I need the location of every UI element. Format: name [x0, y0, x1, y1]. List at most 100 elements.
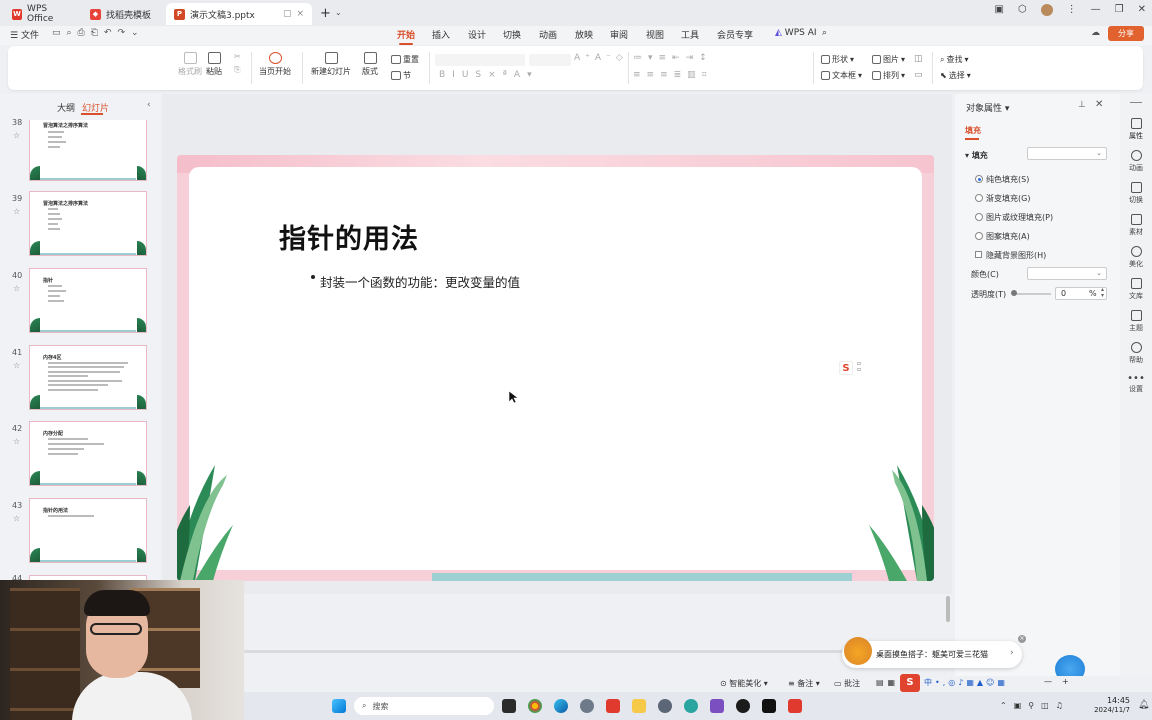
chevron-right-icon[interactable]: › — [1010, 648, 1014, 658]
menu-wps-ai[interactable]: ◭ WPS AI — [775, 28, 817, 38]
star-icon[interactable]: ☆ — [13, 131, 20, 140]
sidebar-item-animation[interactable]: 动画 — [1120, 150, 1152, 173]
quick-access-toolbar[interactable]: ▭⌕⎙⎗↶↷⌄ — [52, 28, 145, 38]
panel-header[interactable]: 对象属性 ▾ — [966, 101, 1009, 114]
layout-button[interactable]: 版式 — [362, 52, 378, 77]
close-tab-icon[interactable]: × — [296, 9, 304, 19]
picture-button[interactable]: 图片 ▾ — [872, 54, 905, 65]
radio-pattern-fill[interactable] — [975, 232, 983, 240]
cut-copy-group[interactable]: ✂ ⎘ — [234, 52, 241, 75]
pin-icon[interactable]: ⊥ — [1078, 100, 1086, 110]
capcut-icon[interactable] — [762, 699, 776, 713]
star-icon[interactable]: ☆ — [13, 437, 20, 446]
file-explorer-icon[interactable] — [632, 699, 646, 713]
tab-outline[interactable]: 大纲 — [57, 101, 75, 114]
layout-icon[interactable]: ▣ — [994, 4, 1003, 16]
file-menu[interactable]: ☰ 文件 — [10, 28, 39, 41]
font-family-select[interactable] — [435, 54, 525, 66]
sidebar-item-help[interactable]: 帮助 — [1120, 342, 1152, 365]
chrome-icon[interactable] — [528, 699, 542, 713]
clock-time[interactable]: 14:45 — [1096, 696, 1130, 705]
avatar[interactable] — [1040, 4, 1053, 16]
paste-button[interactable]: 粘贴 — [206, 52, 222, 77]
wps-float-icon[interactable]: S — [839, 361, 853, 375]
font-size-adjust[interactable]: A⁺A⁻◇ — [574, 53, 628, 63]
play-from-current-button[interactable]: 当页开始 — [259, 52, 291, 77]
sidebar-item-theme[interactable]: 主题 — [1120, 310, 1152, 333]
visual-studio-icon[interactable] — [710, 699, 724, 713]
spinner-icon[interactable]: ▴ ▾ — [1101, 287, 1104, 299]
share-button[interactable]: 分享 — [1108, 26, 1144, 41]
tab-wps-office[interactable]: W WPS Office — [4, 3, 80, 25]
menu-member[interactable]: 会员专享 — [717, 28, 753, 41]
find-button[interactable]: ⌕ 查找 ▾ — [940, 54, 969, 65]
sidebar-minimize[interactable] — [1130, 102, 1142, 103]
taskbar-search[interactable]: ⌕ 搜索 — [354, 697, 494, 715]
tab-docer-templates[interactable]: ◆ 找稻壳模板 — [82, 3, 164, 25]
tab-fill[interactable]: 填充 — [965, 125, 981, 136]
fill-dropdown[interactable]: ⌄ — [1027, 147, 1107, 160]
pin-icon[interactable]: ▢ — [283, 9, 292, 19]
hide-background-checkbox[interactable] — [975, 251, 982, 258]
system-tray[interactable]: ⌃▣⚲◫♫ — [1000, 701, 1070, 710]
star-icon[interactable]: ☆ — [13, 207, 20, 216]
close-notification-icon[interactable]: × — [1018, 635, 1026, 643]
restore-icon[interactable]: ❐ — [1115, 4, 1124, 16]
section-button[interactable]: 节 — [391, 70, 411, 81]
textbox-button[interactable]: 文本框 ▾ — [821, 70, 862, 81]
menu-insert[interactable]: 插入 — [432, 28, 450, 41]
sidebar-item-beautify[interactable]: 美化 — [1120, 246, 1152, 269]
format-painter-button[interactable]: 格式刷 — [178, 52, 202, 77]
view-switcher[interactable]: ▤▦ — [876, 678, 899, 687]
new-slide-button[interactable]: 新建幻灯片 — [311, 52, 351, 77]
menu-tools[interactable]: 工具 — [681, 28, 699, 41]
notes-button[interactable]: ≡ 备注 ▾ — [788, 678, 820, 689]
star-icon[interactable]: ☆ — [13, 361, 20, 370]
star-icon[interactable]: ☆ — [13, 514, 20, 523]
menu-design[interactable]: 设计 — [468, 28, 486, 41]
close-panel-icon[interactable]: ✕ — [1095, 99, 1103, 110]
menu-transitions[interactable]: 切换 — [503, 28, 521, 41]
edge-icon[interactable] — [554, 699, 568, 713]
select-button[interactable]: ⬉ 选择 ▾ — [940, 70, 971, 81]
reset-button[interactable]: 重置 — [391, 54, 419, 65]
star-icon[interactable]: ☆ — [13, 284, 20, 293]
smart-beautify-button[interactable]: ⊙ 智能美化 ▾ — [720, 678, 768, 689]
menu-slideshow[interactable]: 放映 — [575, 28, 593, 41]
radio-picture-fill[interactable] — [975, 213, 983, 221]
menu-view[interactable]: 视图 — [646, 28, 664, 41]
slide-thumbnail[interactable]: 冒泡算法之排序算法 — [29, 191, 147, 256]
list-group[interactable]: ≔▾≡⇤⇥↕ — [633, 53, 713, 63]
transparency-slider[interactable] — [1013, 293, 1051, 295]
wps-writer-icon[interactable] — [788, 699, 802, 713]
slide-title[interactable]: 指针的用法 — [279, 217, 419, 256]
close-icon[interactable]: ✕ — [1138, 4, 1146, 16]
sidebar-item-materials[interactable]: 素材 — [1120, 214, 1152, 237]
horizontal-scrollbar[interactable] — [244, 650, 844, 653]
outline-style-icon[interactable]: ▭ — [914, 70, 923, 80]
minimize-icon[interactable]: — — [1091, 4, 1101, 16]
cube-icon[interactable]: ⬡ — [1018, 4, 1027, 16]
menu-animations[interactable]: 动画 — [539, 28, 557, 41]
shape-button[interactable]: 形状 ▾ — [821, 54, 854, 65]
float-toolbar-icon[interactable]: ▫ ▫ — [857, 361, 861, 373]
sidebar-item-library[interactable]: 文库 — [1120, 278, 1152, 301]
slide-bullet-text[interactable]: 封装一个函数的功能：更改变量的值 — [320, 272, 520, 291]
color-dropdown[interactable]: ⌄ — [1027, 267, 1107, 280]
new-tab-button[interactable]: + — [320, 6, 331, 21]
text-style-group[interactable]: BIUS×ªA▾ — [439, 70, 539, 80]
menu-review[interactable]: 审阅 — [610, 28, 628, 41]
align-group[interactable]: ≡≡≡≣▥⌗ — [633, 70, 713, 80]
app-icon[interactable] — [580, 699, 594, 713]
arrange-button[interactable]: 排列 ▾ — [872, 70, 905, 81]
fill-section-header[interactable]: ▾ 填充 — [965, 150, 988, 161]
radio-solid-fill[interactable] — [975, 175, 983, 183]
settings-icon[interactable] — [658, 699, 672, 713]
zoom-controls[interactable]: —+ — [1044, 677, 1079, 686]
task-view-icon[interactable] — [502, 699, 516, 713]
slide-thumbnail[interactable]: 内存分配 — [29, 421, 147, 486]
ime-logo-icon[interactable]: S — [900, 674, 920, 692]
browser-icon[interactable] — [684, 699, 698, 713]
radio-gradient-fill[interactable] — [975, 194, 983, 202]
slide-thumbnail[interactable]: 指针的用法 — [29, 498, 147, 563]
